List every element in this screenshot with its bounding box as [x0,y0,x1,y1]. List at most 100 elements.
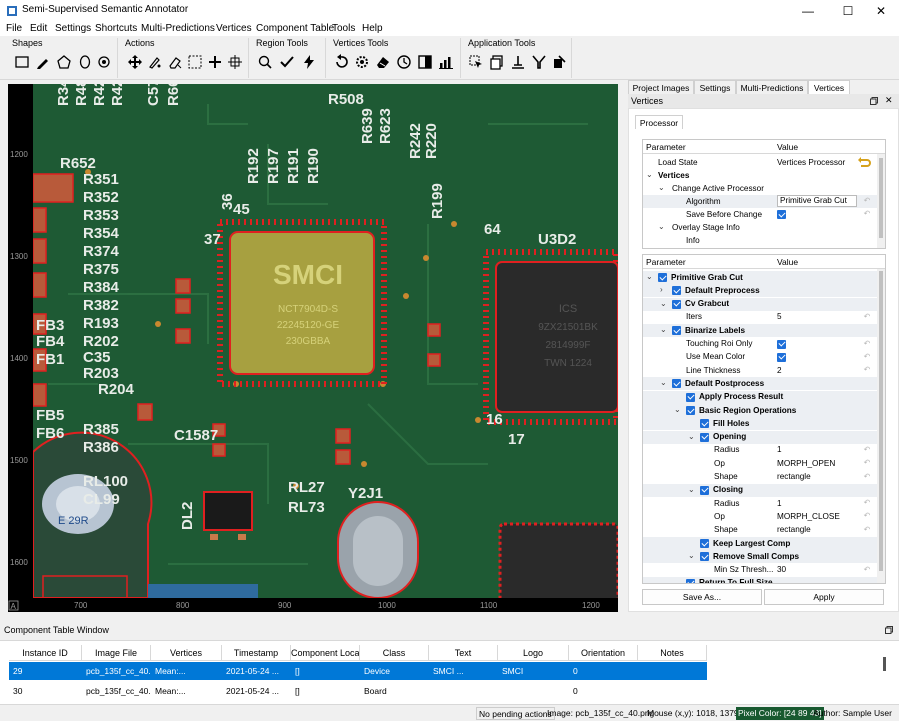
enable-checkbox[interactable] [658,273,667,282]
menu-settings[interactable]: Settings [55,23,91,34]
algorithm-param-row[interactable]: Return To Full Size [643,576,885,583]
contrast-icon[interactable] [417,54,433,70]
table-cell[interactable]: 0 [569,682,638,700]
algorithm-param-row[interactable]: Touching Roi Only ↶ [643,338,885,351]
maximize-button[interactable]: ☐ [830,0,866,22]
table-cell[interactable]: pcb_135f_cc_40... [82,662,151,680]
reset-icon[interactable]: ↶ [861,445,873,455]
capacitor[interactable] [32,431,153,599]
enable-checkbox[interactable] [700,485,709,495]
table-cell[interactable] [638,682,707,700]
reset-icon[interactable]: ↶ [861,365,873,375]
tab-project-images[interactable]: Project Images [628,80,694,94]
search-icon[interactable] [257,54,273,70]
reset-icon[interactable]: ↶ [861,565,873,575]
column-header[interactable]: Timestamp [222,645,291,661]
table-cell[interactable]: 30 [9,682,82,700]
menu-shortcuts[interactable]: Shortcuts [95,23,137,34]
scroll-thumb[interactable] [879,158,883,238]
collapse-arrow-icon[interactable]: ⌄ [658,222,665,231]
table-cell[interactable] [498,682,569,700]
smci-chip[interactable] [217,219,387,387]
copy-icon[interactable] [489,54,505,70]
table1-scrollbar[interactable] [877,154,885,248]
image-canvas[interactable]: SMCI NCT7904D-S 22245120-GE 230GBBA ICS … [8,84,618,612]
algorithm-param-row[interactable]: Radius 1 ↶ [643,444,885,457]
ics-chip[interactable] [483,249,618,425]
collapse-arrow-icon[interactable]: ⌄ [658,183,665,192]
menu-file[interactable]: File [6,23,22,34]
erase-icon[interactable] [375,54,391,70]
table-cell[interactable] [638,662,707,680]
enable-checkbox[interactable] [672,286,681,296]
param-value[interactable]: rectangle [777,525,811,534]
float-icon[interactable] [885,626,893,634]
param-value[interactable]: 30 [777,565,786,574]
table-cell[interactable]: Mean:... [151,662,222,680]
param-value[interactable]: 5 [777,312,782,321]
column-header[interactable]: Component Locatio [291,645,360,661]
enable-checkbox[interactable] [686,392,695,402]
algorithm-param-row[interactable]: Use Mean Color ↶ [643,351,885,364]
algorithm-param-row[interactable]: Line Thickness 2 ↶ [643,364,885,377]
algorithm-select[interactable]: Primitive Grab Cut [777,195,857,207]
collapse-arrow-icon[interactable]: ⌄ [688,432,695,441]
move-icon[interactable] [127,54,143,70]
select-icon[interactable] [187,54,203,70]
algorithm-param-row[interactable]: ⌄ Basic Region Operations [643,404,885,417]
scroll-thumb[interactable] [879,271,883,571]
algorithm-param-row[interactable]: Keep Largest Comp [643,537,885,550]
column-header[interactable]: Text [429,645,498,661]
tab-multi-predictions[interactable]: Multi-Predictions [736,80,808,94]
menu-tools[interactable]: Tools [332,23,355,34]
row-change-active-processor[interactable]: ⌄ Change Active Processor [643,182,885,195]
eraser-icon[interactable] [167,54,183,70]
collapse-arrow-icon[interactable]: ⌄ [646,272,653,281]
settings-icon[interactable] [354,54,370,70]
menu-component-table[interactable]: Component Table [256,23,334,34]
float-icon[interactable] [870,97,878,105]
algorithm-param-row[interactable]: ⌄ Cv Grabcut [643,297,885,311]
algorithm-param-row[interactable]: Shape rectangle ↶ [643,524,885,537]
edit-icon[interactable] [147,54,163,70]
algorithm-param-row[interactable]: Shape rectangle ↶ [643,471,885,484]
reset-icon[interactable]: ↶ [861,312,873,322]
check-icon[interactable] [279,54,295,70]
table-cell[interactable]: 29 [9,662,82,680]
table-cell[interactable]: Board [360,682,429,700]
column-header[interactable]: Vertices [151,645,222,661]
row-algorithm[interactable]: Algorithm Primitive Grab Cut ↶ [643,195,885,208]
algorithm-param-row[interactable]: ⌄ Opening [643,430,885,444]
column-header[interactable]: Instance ID [9,645,82,661]
expand-arrow-icon[interactable]: › [660,285,663,294]
reset-icon[interactable]: ↶ [861,498,873,508]
algorithm-param-row[interactable]: Op MORPH_OPEN ↶ [643,457,885,470]
flash-icon[interactable] [301,54,317,70]
table-cell[interactable]: SMCI ... [429,662,498,680]
param-value[interactable]: 1 [777,499,782,508]
close-button[interactable]: ✕ [863,0,899,22]
algorithm-param-row[interactable]: ⌄ Remove Small Comps [643,550,885,564]
cursor-icon[interactable] [468,54,484,70]
enable-checkbox[interactable] [686,578,695,583]
table-cell[interactable]: 0 [569,662,638,680]
crystal[interactable] [337,501,419,599]
table-cell[interactable]: [] [291,682,360,700]
reset-icon[interactable]: ↶ [861,352,873,362]
table-cell[interactable]: pcb_135f_cc_40... [82,682,151,700]
algorithm-param-row[interactable]: Apply Process Result [643,390,885,404]
column-header[interactable]: Notes [638,645,707,661]
reset-icon[interactable]: ↶ [861,511,873,521]
table-cell[interactable] [429,682,498,700]
column-header[interactable]: Image File [82,645,151,661]
column-header[interactable]: Orientation [569,645,638,661]
param-value[interactable]: MORPH_OPEN [777,459,835,468]
table2-scrollbar[interactable] [877,269,885,583]
polygon-icon[interactable] [56,54,72,70]
reset-icon[interactable]: ↶ [861,196,873,206]
algorithm-param-row[interactable]: ⌄ Binarize Labels [643,324,885,338]
collapse-arrow-icon[interactable]: ⌄ [660,378,667,387]
enable-checkbox[interactable] [672,379,681,389]
collapse-arrow-icon[interactable]: ⌄ [646,170,653,179]
bottom-chip[interactable] [498,522,618,606]
